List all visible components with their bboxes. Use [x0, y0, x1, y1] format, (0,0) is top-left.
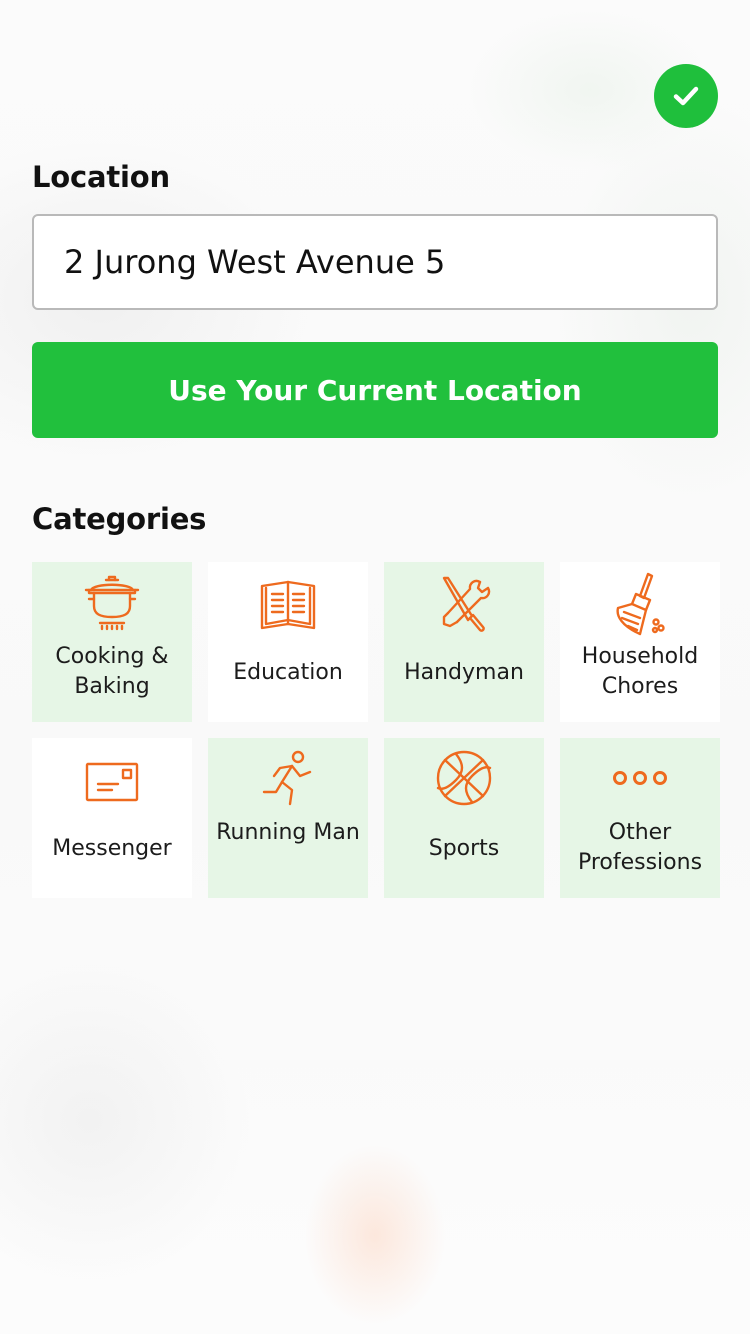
envelope-icon [85, 762, 139, 802]
category-sports[interactable]: Sports [384, 738, 544, 898]
category-household-chores[interactable]: Household Chores [560, 562, 720, 722]
category-label: Running Man [216, 820, 360, 845]
category-label: Education [233, 660, 343, 685]
category-other-professions[interactable]: Other Professions [560, 738, 720, 898]
category-education[interactable]: Education [208, 562, 368, 722]
category-label: Cooking & Baking [55, 644, 169, 699]
category-label: Messenger [52, 836, 172, 861]
location-input[interactable] [32, 214, 718, 310]
location-label: Location [32, 160, 170, 194]
more-dots-icon [613, 771, 667, 785]
category-label: Sports [428, 836, 500, 861]
checkmark-icon [673, 86, 699, 106]
category-label: Other Professions [577, 820, 703, 875]
use-current-location-button[interactable]: Use Your Current Location [32, 342, 718, 438]
categories-label: Categories [32, 502, 207, 536]
runner-icon [262, 750, 312, 806]
cooking-pot-icon [84, 575, 140, 631]
basketball-icon [436, 750, 492, 806]
broom-icon [616, 572, 665, 636]
category-handyman[interactable]: Handyman [384, 562, 544, 722]
category-label: Handyman [404, 660, 524, 685]
category-messenger[interactable]: Messenger [32, 738, 192, 898]
category-cooking-baking[interactable]: Cooking & Baking [32, 562, 192, 722]
open-book-icon [260, 580, 316, 630]
category-running-man[interactable]: Running Man [208, 738, 368, 898]
category-label: Household Chores [581, 644, 699, 699]
tools-icon [442, 576, 491, 632]
confirm-button[interactable] [654, 64, 718, 128]
